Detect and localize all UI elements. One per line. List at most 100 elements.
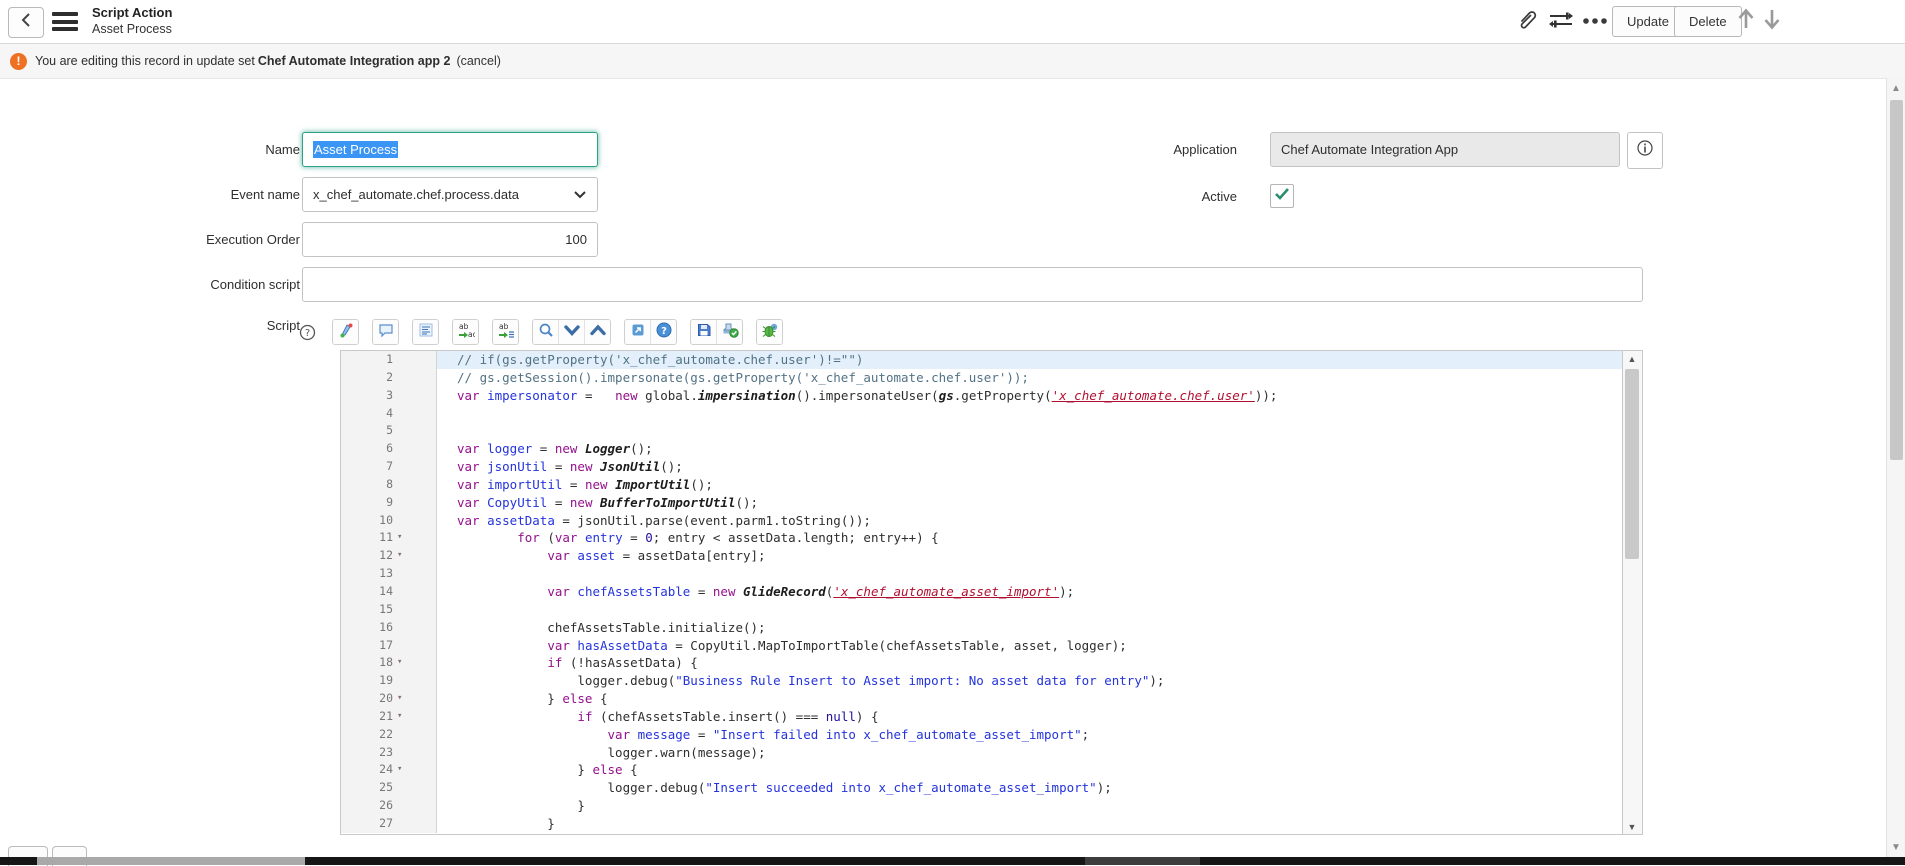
help-icon[interactable]: ? xyxy=(296,321,318,343)
code-text[interactable]: // gs.getSession().impersonate(gs.getPro… xyxy=(437,369,1622,387)
find-next-button[interactable] xyxy=(559,320,585,344)
gutter-cell[interactable]: 21▾ xyxy=(341,708,437,726)
code-line[interactable]: 13 xyxy=(341,565,1622,583)
gutter-cell[interactable]: 16 xyxy=(341,619,437,637)
code-text[interactable]: } else { xyxy=(437,690,1622,708)
gutter-cell[interactable]: 17 xyxy=(341,637,437,655)
code-text[interactable] xyxy=(437,422,1622,440)
code-line[interactable]: 23 logger.warn(message); xyxy=(341,744,1622,762)
execution-order-input[interactable]: 100 xyxy=(302,222,598,257)
gutter-cell[interactable]: 5 xyxy=(341,422,437,440)
code-text[interactable]: var asset = assetData[entry]; xyxy=(437,547,1622,565)
code-text[interactable] xyxy=(437,405,1622,423)
gutter-cell[interactable]: 15 xyxy=(341,601,437,619)
code-line[interactable]: 6var logger = new Logger(); xyxy=(341,440,1622,458)
code-text[interactable]: var jsonUtil = new JsonUtil(); xyxy=(437,458,1622,476)
code-text[interactable]: var CopyUtil = new BufferToImportUtil(); xyxy=(437,494,1622,512)
gutter-cell[interactable]: 22 xyxy=(341,726,437,744)
code-line[interactable]: 18▾ if (!hasAssetData) { xyxy=(341,654,1622,672)
attachments-button[interactable] xyxy=(1512,8,1542,36)
code-line[interactable]: 26 } xyxy=(341,797,1622,815)
horizontal-scrollbar[interactable] xyxy=(0,857,1905,865)
editor-scroll-down-icon[interactable]: ▼ xyxy=(1623,819,1641,834)
find-previous-button[interactable] xyxy=(585,320,610,344)
code-text[interactable]: if (!hasAssetData) { xyxy=(437,654,1622,672)
gutter-cell[interactable]: 14 xyxy=(341,583,437,601)
horizontal-scrollbar-thumb[interactable] xyxy=(37,857,305,865)
code-line[interactable]: 2// gs.getSession().impersonate(gs.getPr… xyxy=(341,369,1622,387)
active-checkbox[interactable] xyxy=(1270,184,1294,208)
code-text[interactable]: } else { xyxy=(437,761,1622,779)
code-line[interactable]: 7var jsonUtil = new JsonUtil(); xyxy=(341,458,1622,476)
gutter-cell[interactable]: 13 xyxy=(341,565,437,583)
gutter-cell[interactable]: 23 xyxy=(341,744,437,762)
code-text[interactable]: } xyxy=(437,815,1622,833)
next-record-button[interactable] xyxy=(1759,6,1785,36)
code-line[interactable]: 8var importUtil = new ImportUtil(); xyxy=(341,476,1622,494)
gutter-cell[interactable]: 9 xyxy=(341,494,437,512)
code-line[interactable]: 5 xyxy=(341,422,1622,440)
open-window-button[interactable] xyxy=(625,320,651,344)
code-text[interactable] xyxy=(437,565,1622,583)
api-help-button[interactable]: ? xyxy=(651,320,676,344)
code-text[interactable]: chefAssetsTable.initialize(); xyxy=(437,619,1622,637)
gutter-cell[interactable]: 25 xyxy=(341,779,437,797)
gutter-cell[interactable]: 18▾ xyxy=(341,654,437,672)
gutter-cell[interactable]: 6 xyxy=(341,440,437,458)
code-text[interactable]: logger.debug("Business Rule Insert to As… xyxy=(437,672,1622,690)
gutter-cell[interactable]: 4 xyxy=(341,405,437,423)
code-line[interactable]: 9var CopyUtil = new BufferToImportUtil()… xyxy=(341,494,1622,512)
menu-button[interactable] xyxy=(52,12,78,31)
code-text[interactable]: var hasAssetData = CopyUtil.MapToImportT… xyxy=(437,637,1622,655)
page-scroll-down-icon[interactable]: ▼ xyxy=(1887,839,1905,855)
code-text[interactable]: if (chefAssetsTable.insert() === null) { xyxy=(437,708,1622,726)
debug-button[interactable] xyxy=(757,320,782,344)
gutter-cell[interactable]: 2 xyxy=(341,369,437,387)
back-button[interactable] xyxy=(8,7,44,38)
delete-button[interactable]: Delete xyxy=(1674,6,1742,37)
script-code-editor[interactable]: 1// if(gs.getProperty('x_chef_automate.c… xyxy=(340,350,1623,835)
code-line[interactable]: 22 var message = "Insert failed into x_c… xyxy=(341,726,1622,744)
gutter-cell[interactable]: 10 xyxy=(341,512,437,530)
gutter-cell[interactable]: 24▾ xyxy=(341,761,437,779)
code-text[interactable]: logger.warn(message); xyxy=(437,744,1622,762)
page-scroll-up-icon[interactable]: ▲ xyxy=(1887,80,1905,96)
gutter-cell[interactable]: 19 xyxy=(341,672,437,690)
gutter-cell[interactable]: 26 xyxy=(341,797,437,815)
code-line[interactable]: 17 var hasAssetData = CopyUtil.MapToImpo… xyxy=(341,637,1622,655)
code-line[interactable]: 24▾ } else { xyxy=(341,761,1622,779)
code-text[interactable]: var assetData = jsonUtil.parse(event.par… xyxy=(437,512,1622,530)
code-line[interactable]: 14 var chefAssetsTable = new GlideRecord… xyxy=(341,583,1622,601)
gutter-cell[interactable]: 27 xyxy=(341,815,437,833)
gutter-cell[interactable]: 8 xyxy=(341,476,437,494)
application-info-button[interactable] xyxy=(1627,132,1663,169)
name-input[interactable]: Asset Process xyxy=(302,132,598,167)
more-options-button[interactable] xyxy=(1580,8,1610,36)
code-line[interactable]: 15 xyxy=(341,601,1622,619)
code-line[interactable]: 21▾ if (chefAssetsTable.insert() === nul… xyxy=(341,708,1622,726)
code-line[interactable]: 20▾ } else { xyxy=(341,690,1622,708)
code-text[interactable]: var impersonator = new global.impersinat… xyxy=(437,387,1622,405)
comment-button[interactable] xyxy=(373,320,398,344)
personalize-form-button[interactable] xyxy=(1546,8,1576,36)
condition-script-input[interactable] xyxy=(302,267,1643,302)
replace-all-button[interactable]: ab xyxy=(493,320,518,344)
code-text[interactable]: var chefAssetsTable = new GlideRecord('x… xyxy=(437,583,1622,601)
code-text[interactable]: var logger = new Logger(); xyxy=(437,440,1622,458)
previous-record-button[interactable] xyxy=(1733,6,1759,36)
cancel-link[interactable]: (cancel) xyxy=(456,54,500,68)
code-line[interactable]: 27 } xyxy=(341,815,1622,833)
gutter-cell[interactable]: 12▾ xyxy=(341,547,437,565)
editor-scrollbar[interactable]: ▲ ▼ xyxy=(1623,350,1643,835)
syntax-check-button[interactable] xyxy=(717,320,742,344)
code-text[interactable]: logger.debug("Insert succeeded into x_ch… xyxy=(437,779,1622,797)
gutter-cell[interactable]: 11▾ xyxy=(341,529,437,547)
format-code-button[interactable] xyxy=(413,320,438,344)
code-line[interactable]: 16 chefAssetsTable.initialize(); xyxy=(341,619,1622,637)
code-line[interactable]: 1// if(gs.getProperty('x_chef_automate.c… xyxy=(341,351,1622,369)
code-line[interactable]: 10var assetData = jsonUtil.parse(event.p… xyxy=(341,512,1622,530)
code-line[interactable]: 12▾ var asset = assetData[entry]; xyxy=(341,547,1622,565)
code-line[interactable]: 4 xyxy=(341,405,1622,423)
code-line[interactable]: 3var impersonator = new global.impersina… xyxy=(341,387,1622,405)
editor-scrollbar-thumb[interactable] xyxy=(1625,369,1639,559)
